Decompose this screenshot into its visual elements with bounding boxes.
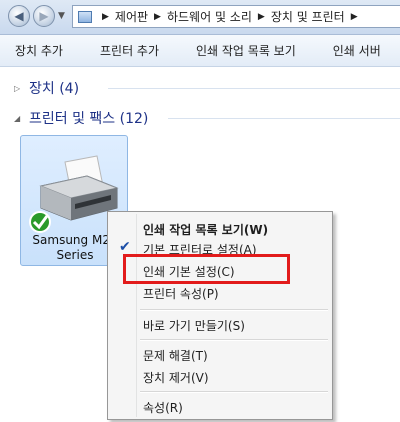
chevron-right-icon[interactable]: ▶	[102, 12, 109, 22]
breadcrumb-item-hardware-sound[interactable]: 하드웨어 및 소리	[167, 8, 252, 25]
command-toolbar: 장치 추가 프린터 추가 인쇄 작업 목록 보기 인쇄 서버	[0, 35, 400, 67]
breadcrumb-item-control-panel[interactable]: 제어판	[115, 8, 148, 25]
print-server-button[interactable]: 인쇄 서버	[333, 42, 381, 59]
expand-triangle-icon[interactable]: ▷	[14, 84, 23, 93]
context-menu: 인쇄 작업 목록 보기(W) ✔ 기본 프린터로 설정(A) 인쇄 기본 설정(…	[107, 211, 333, 420]
back-button[interactable]: ◀	[8, 5, 30, 27]
control-panel-icon	[78, 10, 92, 23]
recent-pages-dropdown-icon[interactable]: ▼	[58, 11, 65, 21]
see-print-queue-button[interactable]: 인쇄 작업 목록 보기	[196, 42, 296, 59]
group-printers[interactable]: ◢ 프린터 및 팩스 (12)	[14, 108, 148, 128]
group-divider	[168, 118, 400, 119]
breadcrumb-item-devices-printers[interactable]: 장치 및 프린터	[271, 8, 345, 25]
menu-item-see-print-queue[interactable]: 인쇄 작업 목록 보기(W)	[110, 217, 330, 239]
group-devices[interactable]: ▷ 장치 (4)	[14, 78, 79, 98]
annotation-highlight-box	[123, 254, 290, 284]
menu-item-remove-device[interactable]: 장치 제거(V)	[110, 365, 330, 387]
chevron-right-icon[interactable]: ▶	[258, 12, 265, 22]
forward-button[interactable]: ▶	[33, 5, 55, 27]
arrow-left-icon: ◀	[14, 9, 24, 23]
menu-separator	[140, 339, 328, 341]
menu-item-properties[interactable]: 속성(R)	[110, 395, 330, 417]
add-device-button[interactable]: 장치 추가	[15, 42, 63, 59]
menu-separator	[140, 309, 328, 311]
menu-item-troubleshoot[interactable]: 문제 해결(T)	[110, 343, 330, 365]
group-printers-label: 프린터 및 팩스 (12)	[29, 111, 149, 127]
menu-item-create-shortcut[interactable]: 바로 가기 만들기(S)	[110, 313, 330, 335]
breadcrumb[interactable]: ▶ 제어판 ▶ 하드웨어 및 소리 ▶ 장치 및 프린터 ▶	[72, 5, 400, 28]
address-bar: ◀ ▶ ▼ ▶ 제어판 ▶ 하드웨어 및 소리 ▶ 장치 및 프린터 ▶	[0, 0, 400, 35]
chevron-right-icon[interactable]: ▶	[351, 12, 358, 22]
arrow-right-icon: ▶	[39, 9, 49, 23]
chevron-right-icon[interactable]: ▶	[154, 12, 161, 22]
collapse-triangle-icon[interactable]: ◢	[14, 114, 23, 123]
group-divider	[108, 88, 400, 89]
group-devices-label: 장치 (4)	[29, 81, 80, 97]
menu-separator	[140, 391, 328, 393]
add-printer-button[interactable]: 프린터 추가	[100, 42, 159, 59]
check-icon: ✔	[119, 239, 131, 255]
menu-item-printer-properties[interactable]: 프린터 속성(P)	[110, 281, 330, 303]
